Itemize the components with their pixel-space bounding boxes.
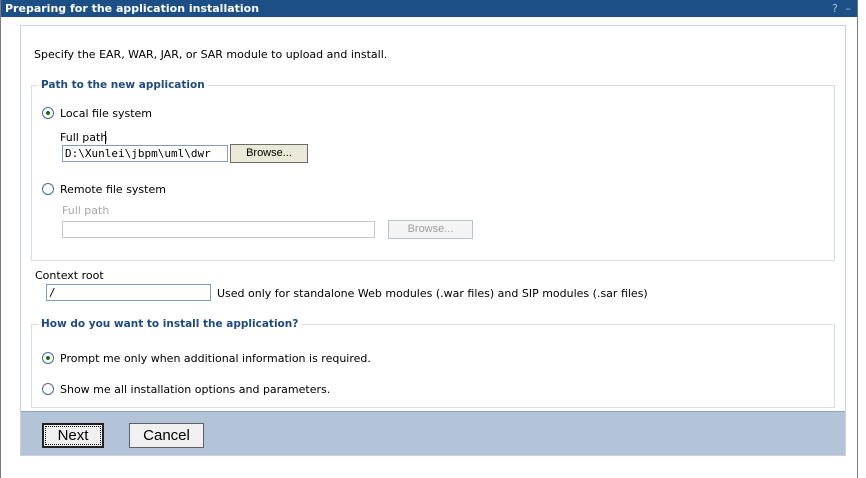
window-titlebar: Preparing for the application installati… xyxy=(1,0,857,17)
remote-full-path-input[interactable] xyxy=(62,221,375,238)
window-frame: Preparing for the application installati… xyxy=(0,0,858,478)
local-browse-button[interactable]: Browse... xyxy=(230,144,308,163)
content-panel: Specify the EAR, WAR, JAR, or SAR module… xyxy=(20,25,846,456)
remote-browse-button[interactable]: Browse... xyxy=(388,220,473,239)
window-title: Preparing for the application installati… xyxy=(5,2,260,15)
button-bar: Next Cancel xyxy=(21,411,845,455)
text-cursor-icon xyxy=(105,131,106,144)
show-all-options-label: Show me all installation options and par… xyxy=(60,383,331,396)
help-icon[interactable]: ? xyxy=(832,2,838,15)
install-legend: How do you want to install the applicati… xyxy=(41,318,299,330)
context-root-label: Context root xyxy=(35,269,104,282)
prompt-only-label: Prompt me only when additional informati… xyxy=(60,352,371,365)
remote-file-system-radio[interactable] xyxy=(42,183,54,195)
cancel-button[interactable]: Cancel xyxy=(129,423,204,448)
path-legend: Path to the new application xyxy=(41,79,205,91)
install-fieldset: How do you want to install the applicati… xyxy=(31,318,835,408)
prompt-only-radio[interactable] xyxy=(42,352,54,364)
remote-file-system-label: Remote file system xyxy=(60,183,166,196)
remote-full-path-label: Full path xyxy=(62,204,110,217)
show-all-options-radio[interactable] xyxy=(42,383,54,395)
local-file-system-label: Local file system xyxy=(60,107,153,120)
local-full-path-label: Full path xyxy=(60,131,108,144)
next-button[interactable]: Next xyxy=(42,423,104,448)
local-file-system-radio[interactable] xyxy=(42,107,54,119)
context-root-input[interactable]: / xyxy=(46,284,211,301)
path-fieldset: Path to the new application Local file s… xyxy=(31,79,835,261)
context-root-hint: Used only for standalone Web modules (.w… xyxy=(217,287,648,300)
local-full-path-input[interactable]: D:\Xunlei\jbpm\uml\dwr xyxy=(62,145,228,162)
intro-text: Specify the EAR, WAR, JAR, or SAR module… xyxy=(34,48,388,61)
minimize-icon[interactable]: – xyxy=(846,2,852,15)
